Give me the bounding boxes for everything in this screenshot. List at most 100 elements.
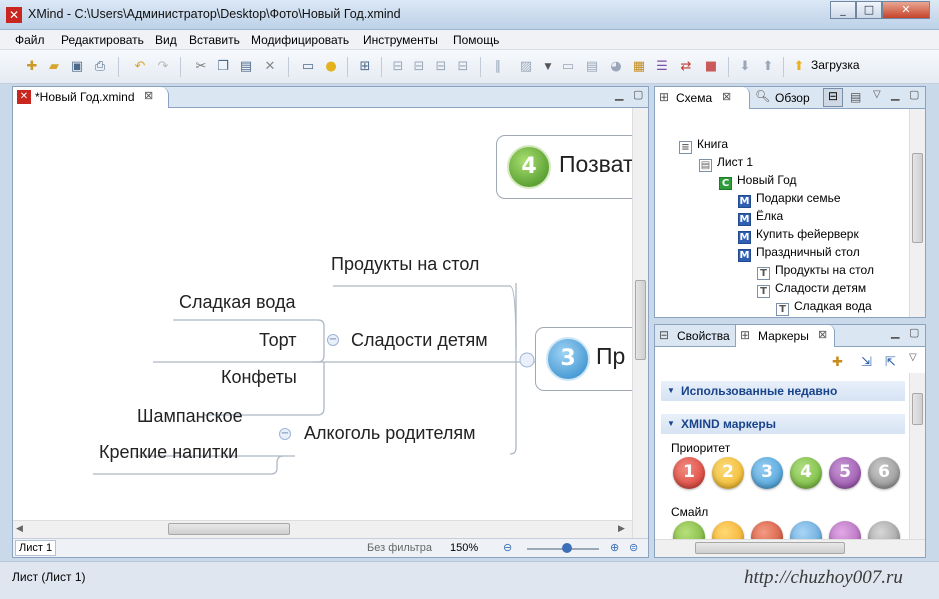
maximize-button[interactable]: □ bbox=[856, 1, 882, 19]
tab-outline[interactable]: ⊞ Схема ⊠ bbox=[655, 87, 750, 109]
maximize-markers-icon[interactable]: ▢ bbox=[909, 326, 919, 339]
editor-horizontal-scrollbar[interactable]: ◀ ▶ bbox=[13, 520, 632, 538]
tree-item-central-topic[interactable]: C Новый Год bbox=[719, 171, 796, 190]
surprise-marker[interactable] bbox=[829, 521, 861, 539]
insert-parent-topic-icon[interactable]: ⊟ bbox=[455, 59, 471, 75]
insert-topic-before-icon[interactable]: ⊟ bbox=[433, 59, 449, 75]
vertical-scroll-thumb[interactable] bbox=[635, 280, 646, 360]
xmind-markers-header[interactable]: XMIND маркеры bbox=[661, 414, 905, 434]
scroll-left-icon[interactable]: ◀ bbox=[16, 523, 23, 534]
maximize-outline-icon[interactable]: ▢ bbox=[909, 88, 919, 101]
collapse-alcohol-icon[interactable]: − bbox=[279, 428, 291, 440]
import-markers-icon[interactable]: ⇲ bbox=[861, 354, 872, 370]
idea-bulb-icon[interactable]: ● bbox=[323, 59, 339, 75]
summary-icon[interactable]: ☰ bbox=[654, 59, 670, 75]
insert-subtopic-icon[interactable]: ⊟ bbox=[411, 59, 427, 75]
topic-products[interactable]: Продукты на стол bbox=[331, 254, 479, 275]
minimize-button[interactable]: _ bbox=[830, 1, 856, 19]
close-button[interactable]: ✕ bbox=[882, 1, 930, 19]
tree-item-products[interactable]: T Продукты на стол bbox=[757, 261, 874, 280]
tree-item-sweet-water[interactable]: T Сладкая вода bbox=[776, 297, 872, 316]
zoom-fit-icon[interactable]: ⊞ bbox=[357, 59, 373, 75]
tree-item-family-gifts[interactable]: M Подарки семье bbox=[738, 189, 841, 208]
marker-icon[interactable]: ◕ bbox=[608, 59, 624, 75]
close-tab-icon[interactable]: ⊠ bbox=[144, 89, 153, 102]
tree-item-festive-table[interactable]: M Праздничный стол bbox=[738, 243, 860, 262]
topic-alcohol[interactable]: Алкоголь родителям bbox=[304, 423, 476, 444]
outline-scrollbar[interactable] bbox=[909, 109, 925, 317]
undo-icon[interactable]: ↶ bbox=[132, 59, 148, 75]
tree-item-sweets[interactable]: T Сладости детям bbox=[757, 279, 866, 298]
menu-help[interactable]: Помощь bbox=[453, 33, 499, 47]
tab-markers[interactable]: ⊞ Маркеры ⊠ bbox=[735, 325, 835, 347]
tree-item-sheet[interactable]: ▤ Лист 1 bbox=[699, 153, 753, 172]
priority-1-marker[interactable]: 1 bbox=[673, 457, 705, 489]
notes-icon[interactable]: ▤ bbox=[584, 59, 600, 75]
collapse-sweets-icon[interactable]: − bbox=[327, 334, 339, 346]
zoom-out-icon[interactable]: ⊖ bbox=[503, 541, 512, 554]
mind-map-canvas[interactable]: 4 Позвать 3 Пр Продукты на стол Сладости… bbox=[13, 108, 632, 538]
minimize-view-icon[interactable]: ▁ bbox=[615, 88, 623, 101]
markers-vertical-scrollbar[interactable] bbox=[909, 373, 925, 539]
move-down-icon[interactable]: ⬇ bbox=[737, 59, 753, 75]
topic-sweets[interactable]: Сладости детям bbox=[351, 330, 488, 351]
markers-scroll-thumb[interactable] bbox=[912, 393, 923, 425]
zoom-fit-status-icon[interactable]: ⊜ bbox=[629, 541, 638, 554]
relationship-icon[interactable]: ⇄ bbox=[678, 59, 694, 75]
download-button[interactable]: Загрузка bbox=[811, 58, 860, 72]
minimize-markers-icon[interactable]: ▁ bbox=[891, 326, 899, 339]
menu-view[interactable]: Вид bbox=[155, 33, 177, 47]
cut-icon[interactable]: ✂ bbox=[193, 59, 209, 75]
tab-overview[interactable]: Обзор bbox=[775, 91, 810, 105]
recent-markers-header[interactable]: Использованные недавно bbox=[661, 381, 905, 401]
menu-edit[interactable]: Редактировать bbox=[61, 33, 144, 47]
export-markers-icon[interactable]: ⇱ bbox=[885, 354, 896, 370]
zoom-in-icon[interactable]: ⊕ bbox=[610, 541, 619, 554]
move-up-icon[interactable]: ⬆ bbox=[760, 59, 776, 75]
copy-icon[interactable]: ❐ bbox=[215, 59, 231, 75]
close-outline-tab-icon[interactable]: ⊠ bbox=[722, 90, 731, 103]
priority-5-marker[interactable]: 5 bbox=[829, 457, 861, 489]
menu-modify[interactable]: Модифицировать bbox=[251, 33, 349, 47]
horizontal-scroll-thumb[interactable] bbox=[168, 523, 290, 535]
minimize-outline-icon[interactable]: ▁ bbox=[891, 88, 899, 101]
image-icon[interactable]: ▨ bbox=[518, 59, 534, 75]
priority-2-marker[interactable]: 2 bbox=[712, 457, 744, 489]
topic-4-box[interactable]: 4 Позвать bbox=[496, 135, 632, 199]
attachment-icon[interactable]: ∥ bbox=[490, 59, 506, 75]
priority-4-marker[interactable]: 4 bbox=[790, 457, 822, 489]
markers-hscroll-thumb[interactable] bbox=[695, 542, 845, 554]
markers-view-menu-icon[interactable]: ▽ bbox=[909, 352, 917, 363]
presentation-icon[interactable]: ▭ bbox=[300, 59, 316, 75]
tree-item-fireworks[interactable]: M Купить фейерверк bbox=[738, 225, 859, 244]
cry-marker[interactable] bbox=[790, 521, 822, 539]
topic-sweet-water[interactable]: Сладкая вода bbox=[179, 292, 296, 313]
priority-6-marker[interactable]: 6 bbox=[868, 457, 900, 489]
angry-marker[interactable] bbox=[751, 521, 783, 539]
list-view-toggle-icon[interactable]: ▤ bbox=[850, 90, 861, 104]
topic-candy[interactable]: Конфеты bbox=[221, 367, 297, 388]
topic-cake[interactable]: Торт bbox=[259, 330, 296, 351]
download-arrow-icon[interactable]: ⬆ bbox=[791, 59, 807, 75]
laugh-marker[interactable] bbox=[712, 521, 744, 539]
xmind-app-icon[interactable]: ✕ bbox=[6, 7, 22, 23]
topic-champagne[interactable]: Шампанское bbox=[137, 406, 243, 427]
zoom-slider-thumb[interactable] bbox=[562, 543, 572, 553]
delete-icon[interactable]: ✕ bbox=[262, 59, 278, 75]
filter-status[interactable]: Без фильтра bbox=[367, 542, 432, 554]
tree-item-book[interactable]: ≡ Книга bbox=[679, 135, 728, 154]
open-folder-icon[interactable]: ▰ bbox=[46, 59, 62, 75]
image-dropdown-icon[interactable]: ▼ bbox=[540, 59, 556, 75]
menu-tools[interactable]: Инструменты bbox=[363, 33, 438, 47]
save-icon[interactable]: ▣ bbox=[69, 59, 85, 75]
markers-horizontal-scrollbar[interactable] bbox=[655, 539, 925, 557]
scroll-right-icon[interactable]: ▶ bbox=[618, 523, 625, 534]
close-markers-tab-icon[interactable]: ⊠ bbox=[818, 328, 827, 341]
priority-3-marker[interactable]: 3 bbox=[751, 457, 783, 489]
maximize-view-icon[interactable]: ▢ bbox=[633, 88, 643, 101]
sheet-tab[interactable]: Лист 1 bbox=[15, 540, 57, 556]
smile-marker[interactable] bbox=[673, 521, 705, 539]
topic-3-box[interactable]: 3 Пр bbox=[535, 327, 632, 391]
label-icon[interactable]: ▭ bbox=[560, 59, 576, 75]
editor-vertical-scrollbar[interactable] bbox=[632, 108, 648, 538]
